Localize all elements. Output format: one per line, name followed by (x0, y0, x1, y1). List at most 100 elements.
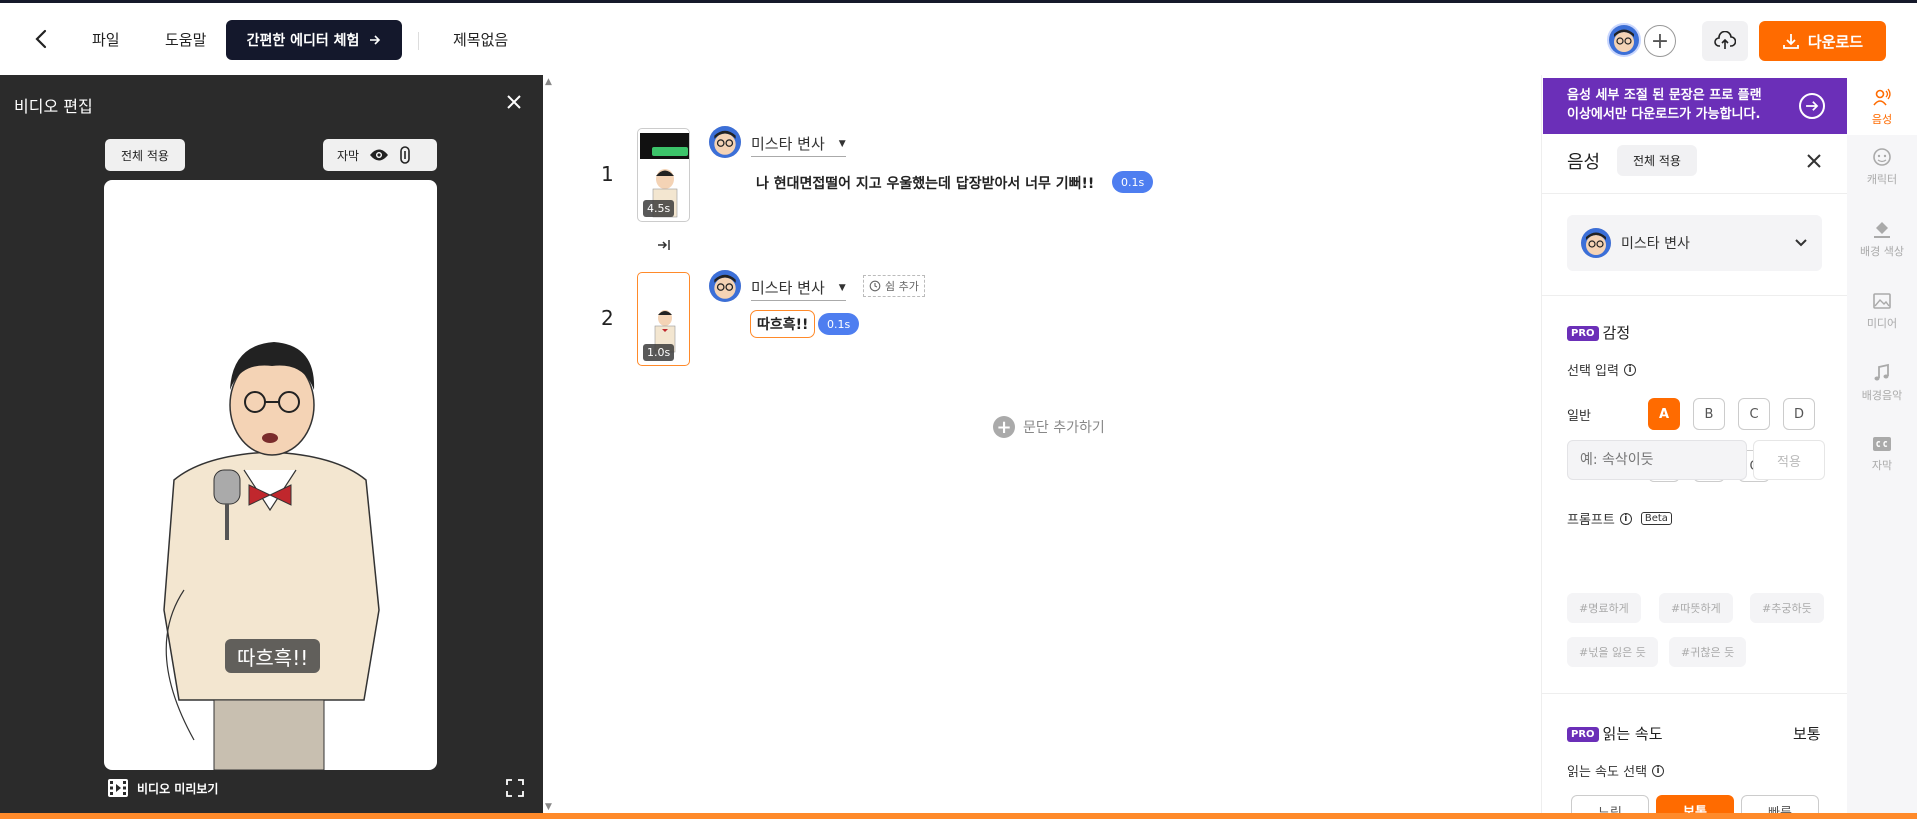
tool-bgm-label: 배경음악 (1861, 389, 1903, 402)
music-note-icon (1874, 363, 1889, 381)
speaker-avatar (709, 126, 741, 158)
speed-normal-button[interactable]: 보통 (1656, 795, 1734, 813)
back-arrow-icon[interactable] (30, 27, 54, 51)
apply-all-button[interactable]: 전체 적용 (105, 139, 185, 171)
tool-sidebar: 음성 캐릭터 배경 색상 미디어 배경음악 자막 (1847, 75, 1917, 813)
pro-plan-banner[interactable]: 음성 세부 조절 된 문장은 프로 플랜 이상에서만 다운로드가 가능합니다. (1543, 78, 1847, 134)
sentence-text[interactable]: 나 현대면접떨어 지고 우울했는데 답장받아서 너무 기뻐!! (756, 173, 1094, 193)
subtitle-toggle[interactable]: 자막 (323, 139, 437, 171)
divider (1542, 295, 1847, 296)
scene-duration: 4.5s (643, 200, 675, 217)
speed-slow-button[interactable]: 느림 (1571, 795, 1649, 813)
prompt-tag[interactable]: #넋을 잃은 듯 (1567, 637, 1658, 667)
pause-pill[interactable]: 0.1s (818, 313, 860, 335)
download-icon (1782, 34, 1799, 49)
video-edit-panel: 비디오 편집 전체 적용 자막 따흐흑!! 비디오 미리보기 (0, 75, 543, 819)
tool-subtitle[interactable]: 자막 (1847, 435, 1917, 495)
info-icon[interactable]: i (1652, 764, 1665, 777)
close-icon[interactable] (1804, 151, 1824, 171)
voice-avatar (1581, 228, 1611, 258)
upload-button[interactable] (1702, 21, 1748, 61)
arrow-right-icon (370, 35, 381, 45)
download-button[interactable]: 다운로드 (1759, 21, 1886, 61)
pause-pill[interactable]: 0.1s (1112, 171, 1154, 193)
speed-fast-button[interactable]: 빠름 (1741, 795, 1819, 813)
prompt-apply-button[interactable]: 적용 (1753, 440, 1825, 480)
video-edit-title: 비디오 편집 (14, 97, 93, 116)
emotion-normal-b[interactable]: B (1693, 398, 1725, 430)
voice-name: 미스타 변사 (1621, 236, 1690, 252)
add-paragraph-button[interactable]: + 문단 추가하기 (993, 416, 1105, 438)
plus-circle-icon: + (993, 416, 1015, 438)
scroll-up-arrow-icon[interactable]: ▲ (545, 77, 552, 87)
emotion-normal-c[interactable]: C (1738, 398, 1770, 430)
tool-background-color-label: 배경 색상 (1860, 245, 1904, 258)
video-preview[interactable]: 따흐흑!! (104, 180, 437, 770)
subtitle-label: 자막 (337, 148, 360, 163)
scene-thumbnail[interactable]: 4.5s (637, 128, 690, 222)
emotion-normal-a[interactable]: A (1648, 398, 1680, 430)
menu-file[interactable]: 파일 (92, 29, 120, 50)
divider (1542, 193, 1847, 194)
voice-icon (1873, 88, 1891, 106)
tool-character-label: 캐릭터 (1866, 173, 1898, 186)
close-icon[interactable] (503, 91, 525, 113)
emotion-normal-d[interactable]: D (1783, 398, 1815, 430)
tool-voice[interactable]: 음성 (1847, 75, 1917, 135)
info-icon[interactable]: i (1623, 363, 1636, 376)
menu-help[interactable]: 도움말 (165, 29, 206, 50)
pro-badge: PRO (1567, 727, 1599, 742)
character-icon (1873, 148, 1891, 166)
add-rest-button[interactable]: 쉼 추가 (863, 275, 925, 297)
speaker-avatar (709, 270, 741, 302)
scroll-down-arrow-icon[interactable]: ▼ (545, 802, 552, 812)
tool-bgm[interactable]: 배경음악 (1847, 363, 1917, 423)
add-member-button[interactable]: + (1644, 25, 1676, 57)
document-title[interactable]: 제목없음 (453, 29, 508, 50)
add-rest-label: 쉼 추가 (885, 280, 919, 293)
link-icon[interactable] (399, 146, 411, 164)
closed-caption-icon (1873, 437, 1891, 451)
info-icon[interactable]: i (1619, 512, 1632, 525)
caret-down-icon: ▼ (838, 138, 846, 149)
sentence-chip[interactable]: 따흐흑!! (750, 310, 816, 338)
voice-panel-title: 음성 (1567, 152, 1601, 173)
add-paragraph-label: 문단 추가하기 (1023, 420, 1105, 436)
tool-media-label: 미디어 (1866, 317, 1898, 330)
apply-all-button[interactable]: 전체 적용 (1617, 145, 1697, 176)
tool-media[interactable]: 미디어 (1847, 291, 1917, 351)
pro-badge: PRO (1567, 326, 1599, 341)
prompt-tag[interactable]: #추궁하듯 (1750, 593, 1824, 623)
merge-icon[interactable] (656, 238, 672, 252)
beta-badge: Beta (1640, 512, 1672, 525)
eye-icon[interactable] (369, 148, 389, 162)
fullscreen-icon[interactable] (505, 778, 525, 798)
video-preview-label: 비디오 미리보기 (137, 781, 219, 796)
voice-select[interactable]: 미스타 변사 (1567, 215, 1822, 271)
voice-face-icon (1581, 228, 1611, 258)
prompt-tag[interactable]: #귀찮은 듯 (1669, 637, 1747, 667)
character-illustration-icon (163, 342, 380, 770)
paragraph-number: 2 (601, 306, 614, 330)
prompt-tag[interactable]: #따뜻하게 (1659, 593, 1733, 623)
preview-caption: 따흐흑!! (225, 639, 321, 673)
prompt-tag[interactable]: #명료하게 (1567, 593, 1641, 623)
caret-down-icon: ▼ (838, 282, 846, 293)
select-input-text: 선택 입력 (1567, 364, 1619, 379)
app-header: 파일 도움말 간편한 에디터 체험 제목없음 + 다운로드 (0, 3, 1917, 75)
user-avatar[interactable] (1607, 23, 1641, 57)
speed-title: 읽는 속도 (1602, 725, 1663, 743)
tool-background-color[interactable]: 배경 색상 (1847, 219, 1917, 279)
scene-thumbnail-selected[interactable]: 1.0s (637, 272, 690, 366)
divider (1542, 693, 1847, 694)
prompt-input[interactable] (1567, 440, 1747, 480)
voice-settings-panel: 음성 세부 조절 된 문장은 프로 플랜 이상에서만 다운로드가 가능합니다. … (1541, 75, 1847, 813)
easy-editor-button[interactable]: 간편한 에디터 체험 (226, 20, 402, 60)
speaker-select[interactable]: 미스타 변사 ▼ (751, 133, 846, 157)
tool-character[interactable]: 캐릭터 (1847, 147, 1917, 207)
video-preview-button[interactable]: 비디오 미리보기 (107, 778, 218, 798)
arrow-circle-right-icon[interactable] (1799, 93, 1825, 119)
speed-select-text: 읽는 속도 선택 (1567, 765, 1648, 780)
tool-subtitle-label: 자막 (1871, 459, 1893, 472)
speaker-select[interactable]: 미스타 변사 ▼ (751, 277, 846, 301)
